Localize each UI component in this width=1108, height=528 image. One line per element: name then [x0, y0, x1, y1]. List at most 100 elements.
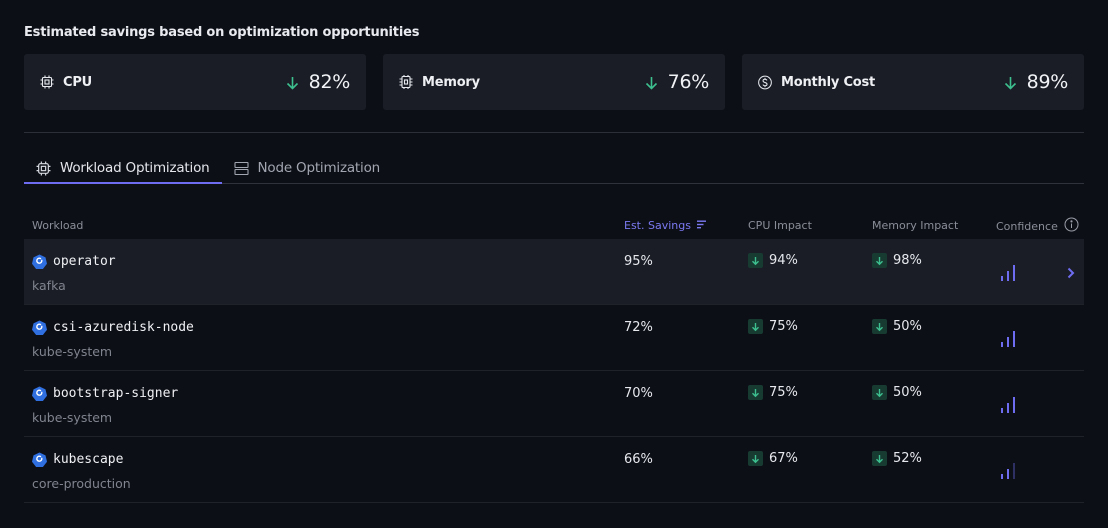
- confidence-bars-icon: [1000, 263, 1016, 281]
- confidence-bar: [1007, 271, 1009, 281]
- table-row[interactable]: bootstrap-signer kube-system 70% 75% 50%: [24, 371, 1084, 437]
- workload-name[interactable]: kubescape: [53, 452, 123, 467]
- kubernetes-workload-icon: [32, 320, 47, 335]
- column-label: Est. Savings: [624, 219, 691, 232]
- confidence-bar: [1013, 397, 1015, 413]
- arrow-down-icon: [1004, 75, 1017, 90]
- cpu-impact-cell: 94%: [748, 253, 798, 268]
- column-header-est-savings[interactable]: Est. Savings: [624, 219, 707, 232]
- workload-name-cell: kubescape: [32, 452, 123, 467]
- dollar-circle-icon: [758, 75, 772, 89]
- chevron-right-icon[interactable]: [1066, 265, 1076, 279]
- workload-namespace: kube-system: [32, 344, 113, 359]
- workload-name[interactable]: operator: [53, 254, 116, 269]
- page-heading: Estimated savings based on optimization …: [24, 25, 420, 40]
- memory-impact-value: 98%: [893, 253, 922, 268]
- tab-node-optimization[interactable]: Node Optimization: [222, 153, 392, 183]
- column-label: Memory Impact: [872, 219, 959, 232]
- card-memory: Memory 76%: [383, 54, 725, 110]
- section-divider: [24, 132, 1084, 133]
- confidence-bars-icon: [1000, 461, 1016, 479]
- memory-impact-value: 50%: [893, 385, 922, 400]
- workload-name[interactable]: csi-azuredisk-node: [53, 320, 194, 335]
- confidence-bar: [1001, 276, 1003, 281]
- column-label: Workload: [32, 219, 84, 232]
- card-value: 82%: [308, 71, 351, 93]
- page-margin: [1084, 0, 1108, 528]
- column-header-confidence[interactable]: Confidence: [996, 217, 1079, 235]
- cpu-impact-value: 75%: [769, 385, 798, 400]
- memory-impact-value: 52%: [893, 451, 922, 466]
- table-header: Workload Est. Savings CPU Impact Memory …: [24, 212, 1084, 239]
- arrow-down-icon: [748, 451, 763, 466]
- card-label: Memory: [422, 74, 480, 90]
- card-cpu: CPU 82%: [24, 54, 366, 110]
- table-row[interactable]: kubescape core-production 66% 67% 52%: [24, 437, 1084, 503]
- workload-table: Workload Est. Savings CPU Impact Memory …: [24, 212, 1084, 503]
- arrow-down-icon: [872, 253, 887, 268]
- kubernetes-workload-icon: [32, 254, 47, 269]
- card-monthly-cost: Monthly Cost 89%: [742, 54, 1084, 110]
- workload-name[interactable]: bootstrap-signer: [53, 386, 178, 401]
- card-value: 89%: [1026, 71, 1069, 93]
- arrow-down-icon: [748, 253, 763, 268]
- memory-impact-value: 50%: [893, 319, 922, 334]
- arrow-down-icon: [872, 319, 887, 334]
- kubernetes-workload-icon: [32, 452, 47, 467]
- workload-namespace: core-production: [32, 476, 131, 491]
- memory-impact-cell: 50%: [872, 385, 922, 400]
- arrow-down-icon: [645, 75, 658, 90]
- est-savings-value: 70%: [624, 386, 653, 401]
- card-value: 76%: [667, 71, 710, 93]
- workload-namespace: kafka: [32, 278, 66, 293]
- confidence-bar: [1001, 474, 1003, 479]
- tab-label: Workload Optimization: [60, 160, 210, 176]
- tab-workload-optimization[interactable]: Workload Optimization: [24, 153, 222, 184]
- arrow-down-icon: [748, 385, 763, 400]
- est-savings-value: 95%: [624, 254, 653, 269]
- column-header-cpu-impact[interactable]: CPU Impact: [748, 219, 812, 232]
- workload-name-cell: bootstrap-signer: [32, 386, 178, 401]
- confidence-bar: [1007, 469, 1009, 479]
- kubernetes-workload-icon: [32, 386, 47, 401]
- est-savings-value: 66%: [624, 452, 653, 467]
- column-header-workload[interactable]: Workload: [32, 219, 83, 232]
- card-label: CPU: [63, 74, 93, 90]
- optimization-tabs: Workload Optimization Node Optimization: [24, 153, 1084, 184]
- cpu-impact-cell: 75%: [748, 319, 798, 334]
- memory-chip-icon: [399, 75, 413, 89]
- confidence-bars-icon: [1000, 395, 1016, 413]
- memory-impact-cell: 50%: [872, 319, 922, 334]
- server-icon: [233, 161, 249, 176]
- cpu-impact-value: 94%: [769, 253, 798, 268]
- workload-name-cell: csi-azuredisk-node: [32, 320, 194, 335]
- info-icon[interactable]: [1064, 217, 1079, 235]
- arrow-down-icon: [748, 319, 763, 334]
- confidence-bar: [1007, 403, 1009, 413]
- card-label: Monthly Cost: [781, 74, 876, 90]
- sort-descending-icon: [696, 219, 707, 232]
- cpu-impact-cell: 67%: [748, 451, 798, 466]
- confidence-bar: [1013, 331, 1015, 347]
- cpu-impact-value: 67%: [769, 451, 798, 466]
- cpu-chip-icon: [40, 75, 54, 89]
- savings-summary: CPU 82% Memory 76% Monthly Cost 89%: [24, 54, 1084, 110]
- workload-namespace: kube-system: [32, 410, 113, 425]
- cpu-chip-icon: [36, 161, 51, 176]
- table-row[interactable]: csi-azuredisk-node kube-system 72% 75% 5…: [24, 305, 1084, 371]
- column-header-memory-impact[interactable]: Memory Impact: [872, 219, 958, 232]
- confidence-bar: [1007, 337, 1009, 347]
- cpu-impact-value: 75%: [769, 319, 798, 334]
- confidence-bar: [1001, 342, 1003, 347]
- confidence-bar: [1001, 408, 1003, 413]
- arrow-down-icon: [872, 385, 887, 400]
- confidence-bars-icon: [1000, 329, 1016, 347]
- est-savings-value: 72%: [624, 320, 653, 335]
- memory-impact-cell: 98%: [872, 253, 922, 268]
- table-row[interactable]: operator kafka 95% 94% 98%: [24, 239, 1084, 305]
- arrow-down-icon: [286, 75, 299, 90]
- confidence-bar: [1013, 463, 1015, 479]
- column-label: Confidence: [996, 219, 1058, 233]
- memory-impact-cell: 52%: [872, 451, 922, 466]
- cpu-impact-cell: 75%: [748, 385, 798, 400]
